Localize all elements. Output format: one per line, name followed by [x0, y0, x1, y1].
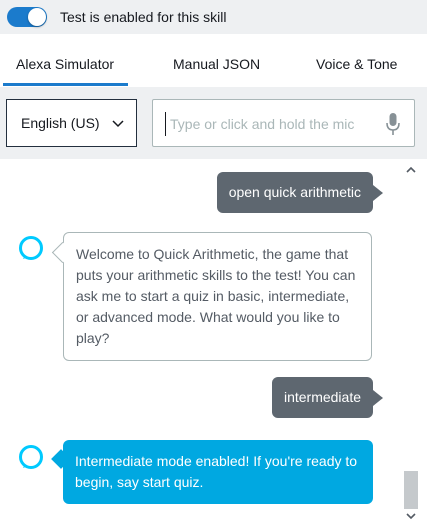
toggle-label: Test is enabled for this skill: [60, 9, 227, 25]
alexa-icon: [19, 445, 43, 469]
alexa-message-latest: Intermediate mode enabled! If you're rea…: [63, 440, 373, 504]
language-select[interactable]: English (US): [6, 99, 137, 147]
alexa-icon: [19, 236, 43, 260]
alexa-message-text: Intermediate mode enabled! If you're rea…: [75, 453, 358, 490]
test-toggle-bar: Test is enabled for this skill: [0, 0, 427, 34]
chevron-down-icon: [112, 120, 124, 128]
user-message: intermediate: [271, 377, 384, 418]
active-tab-indicator: [3, 83, 128, 86]
input-row: English (US): [0, 87, 427, 159]
language-select-value: English (US): [21, 115, 100, 131]
scroll-down-arrow-icon[interactable]: [406, 511, 416, 521]
user-message: open quick arithmetic: [216, 172, 384, 213]
utterance-input[interactable]: [165, 112, 375, 136]
alexa-message-text: Welcome to Quick Arithmetic, the game th…: [76, 246, 356, 346]
microphone-icon[interactable]: [386, 112, 400, 136]
test-enabled-toggle[interactable]: [7, 7, 47, 27]
tab-manual-json[interactable]: Manual JSON: [173, 56, 260, 72]
toggle-knob: [28, 8, 46, 26]
scroll-up-arrow-icon[interactable]: [406, 165, 416, 175]
user-message-text: open quick arithmetic: [228, 184, 361, 200]
alexa-message: Welcome to Quick Arithmetic, the game th…: [63, 232, 372, 361]
scrollbar-thumb[interactable]: [404, 471, 418, 509]
conversation-scrollbar[interactable]: [403, 159, 419, 529]
utterance-input-box: [152, 99, 415, 147]
user-message-text: intermediate: [283, 389, 361, 405]
tab-alexa-simulator[interactable]: Alexa Simulator: [16, 56, 114, 72]
conversation-panel: open quick arithmetic Welcome to Quick A…: [6, 159, 419, 529]
simulator-tabs: Alexa Simulator Manual JSON Voice & Tone: [0, 34, 427, 87]
tab-voice-and-tone[interactable]: Voice & Tone: [316, 56, 397, 72]
